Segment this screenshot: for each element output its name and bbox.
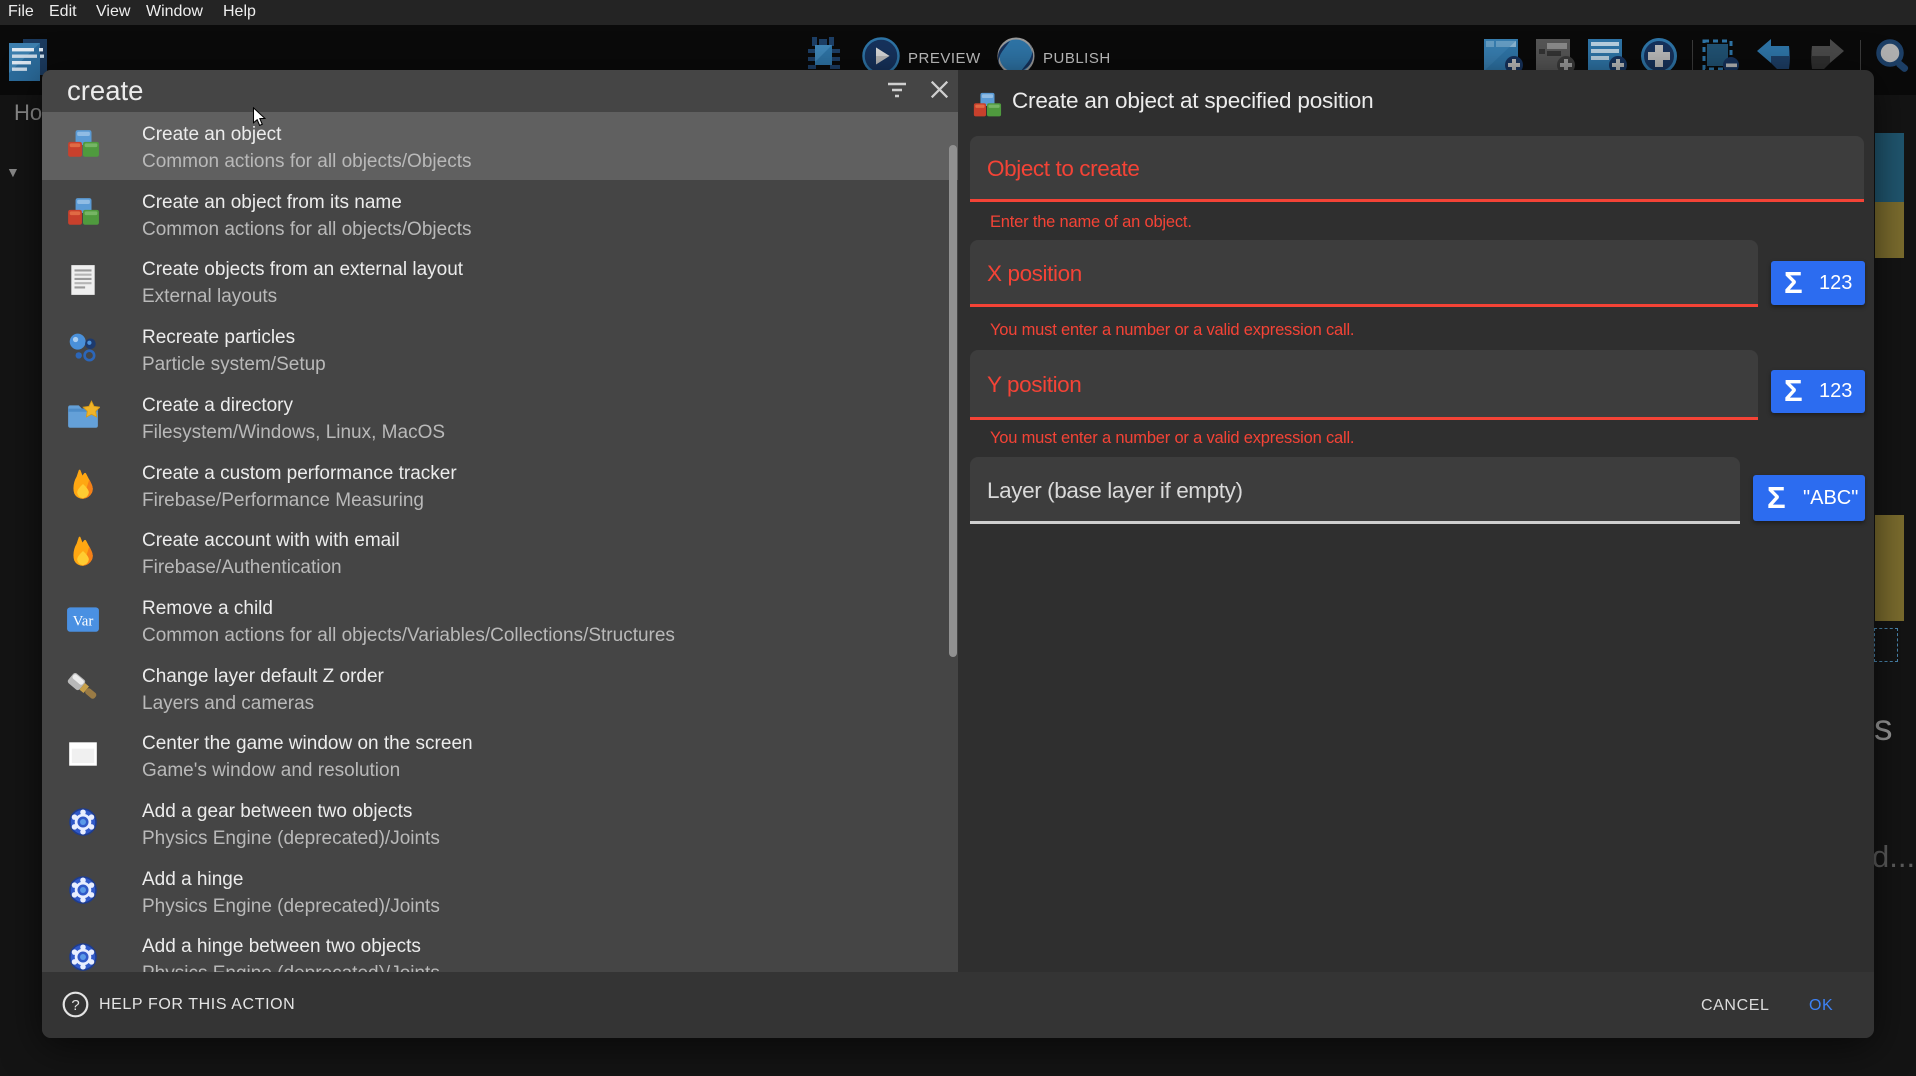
svg-text:?: ? xyxy=(71,997,79,1014)
